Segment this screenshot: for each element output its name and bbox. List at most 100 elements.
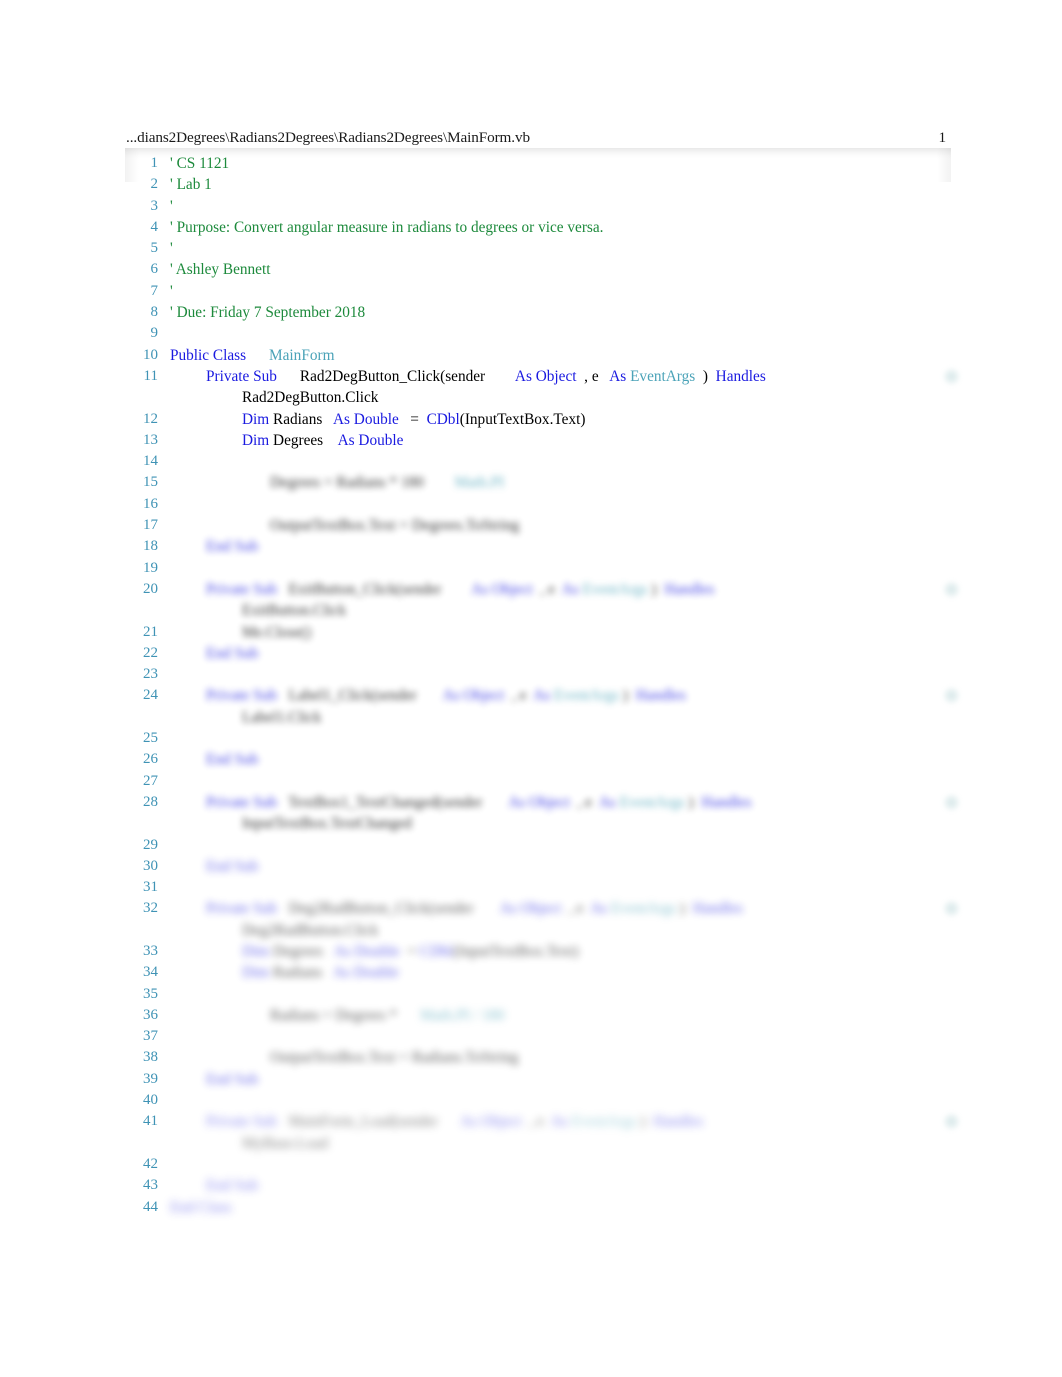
code-token: As xyxy=(590,900,608,918)
code-line: 17 OutputTextBox.Text = Degrees.ToString xyxy=(126,515,950,536)
line-number: 43 xyxy=(143,1177,158,1194)
line-content: Private Sub TextBox1_TextChanged(sender … xyxy=(158,792,950,835)
line-content: ' xyxy=(158,281,950,302)
line-number: 5 xyxy=(150,240,159,257)
code-token: MainForm xyxy=(269,346,335,364)
code-token: As Double xyxy=(332,964,399,982)
line-content: End Sub xyxy=(158,1175,950,1196)
code-line: 12 Dim Radians As Double = CDbl(InputText… xyxy=(126,409,950,430)
code-token: End Sub xyxy=(206,1070,259,1088)
code-line: 14 xyxy=(126,451,950,472)
code-token: Private Sub xyxy=(206,687,277,705)
code-token: Dim xyxy=(242,964,270,982)
code-token: EventArgs xyxy=(571,1113,637,1131)
code-token: , e xyxy=(569,793,599,811)
code-line: 38 OutputTextBox.Text = Radians.ToString xyxy=(126,1047,950,1068)
line-content: ' Ashley Bennett xyxy=(158,259,950,280)
code-token: Math.PI / 180 xyxy=(420,1006,505,1024)
code-token: , e xyxy=(532,580,562,598)
code-token: Label1.Click xyxy=(242,708,322,726)
line-content: End Sub xyxy=(158,536,950,557)
code-token: CDbl xyxy=(426,410,460,428)
code-token: CDbl xyxy=(419,942,453,960)
source-file-path: ...dians2Degrees\Radians2Degrees\Radians… xyxy=(126,129,530,146)
line-number: 31 xyxy=(143,879,158,896)
code-token: , e xyxy=(576,367,599,385)
line-content xyxy=(158,1090,950,1111)
code-token: Dim xyxy=(242,410,270,428)
code-token: ' Lab 1 xyxy=(170,176,212,194)
code-line: 44 End Class xyxy=(126,1197,950,1218)
line-content: Private Sub ExitButton_Click(sender As O… xyxy=(158,579,950,622)
line-number: 40 xyxy=(143,1092,158,1109)
line-number: 33 xyxy=(143,942,158,959)
code-token: ) xyxy=(676,900,693,918)
code-line: 28 Private Sub TextBox1_TextChanged(sende… xyxy=(126,792,960,835)
code-token: Deg2RadButton.Click xyxy=(242,921,379,939)
code-line: 34 Dim Radians As Double xyxy=(126,962,950,983)
line-number: 3 xyxy=(150,197,159,214)
code-line: 23 xyxy=(126,664,950,685)
line-content: Dim Radians As Double = CDbl(InputTextBo… xyxy=(158,409,950,430)
line-content: End Class xyxy=(158,1197,950,1218)
code-token: OutputTextBox.Text = Radians.ToString xyxy=(270,1049,519,1067)
code-token: EventArgs xyxy=(630,367,696,385)
code-line: 21 Me.Close() xyxy=(126,622,950,643)
line-number: 18 xyxy=(143,538,158,555)
line-content xyxy=(158,771,950,792)
line-number: 39 xyxy=(143,1070,158,1087)
code-token: As xyxy=(598,793,616,811)
line-number: 23 xyxy=(143,666,158,683)
line-number: 1 xyxy=(150,155,159,171)
code-token: EventArgs xyxy=(619,793,685,811)
code-line: 9 xyxy=(126,323,950,344)
line-content: End Sub xyxy=(158,856,950,877)
line-number: 36 xyxy=(143,1006,158,1023)
code-line: 24 Private Sub Label1_Click(sender As Obj… xyxy=(126,685,960,728)
code-token: InputTextBox.TextChanged xyxy=(242,815,412,833)
code-line: 43 End Sub xyxy=(126,1175,950,1196)
line-number: 17 xyxy=(143,517,158,534)
code-token: ) xyxy=(684,793,702,811)
code-token: As Object xyxy=(471,580,533,598)
line-content: Radians = Degrees * Math.PI / 180 xyxy=(158,1005,950,1026)
code-token: , e xyxy=(521,1113,551,1131)
printed-code-listing-page: ...dians2Degrees\Radians2Degrees\Radians… xyxy=(0,0,1062,1377)
code-line: 15 Degrees = Radians * 180 Math.PI xyxy=(126,472,950,493)
page-header: ...dians2Degrees\Radians2Degrees\Radians… xyxy=(126,129,950,149)
line-number: 22 xyxy=(143,644,158,661)
line-content xyxy=(158,835,950,856)
code-token: ) xyxy=(695,367,708,385)
line-number: 20 xyxy=(143,580,158,597)
code-token: Radians xyxy=(269,964,323,982)
code-line: 39 End Sub xyxy=(126,1069,950,1090)
code-token: As Object xyxy=(499,900,562,918)
code-token: End Sub xyxy=(206,857,259,875)
code-token: TextBox1_TextChanged(sender xyxy=(288,793,483,811)
line-content: ' Lab 1 xyxy=(158,174,950,195)
line-content: Dim Degrees As Double = CDbl(InputTextBo… xyxy=(158,941,950,962)
code-token: Private Sub xyxy=(206,793,277,811)
line-number: 24 xyxy=(143,687,158,704)
code-token: As Object xyxy=(460,1113,522,1131)
code-line: 37 xyxy=(126,1026,950,1047)
line-number: 19 xyxy=(143,559,158,576)
code-token: Dim xyxy=(242,942,270,960)
line-number: 28 xyxy=(143,793,158,810)
code-token: (InputTextBox.Text) xyxy=(459,410,586,428)
code-listing: 1 ' CS 1121 2 ' Lab 1 3 ' 4 ' Purpose: Convert … xyxy=(126,153,960,1218)
code-token: = xyxy=(398,410,427,428)
code-token: OutputTextBox.Text = Degrees.ToString xyxy=(270,517,520,535)
code-token: ExitButton.Click xyxy=(242,602,347,620)
code-line: 10 Public Class MainForm xyxy=(126,345,950,366)
code-token: ' xyxy=(170,240,173,258)
code-token: End Sub xyxy=(206,1177,259,1195)
